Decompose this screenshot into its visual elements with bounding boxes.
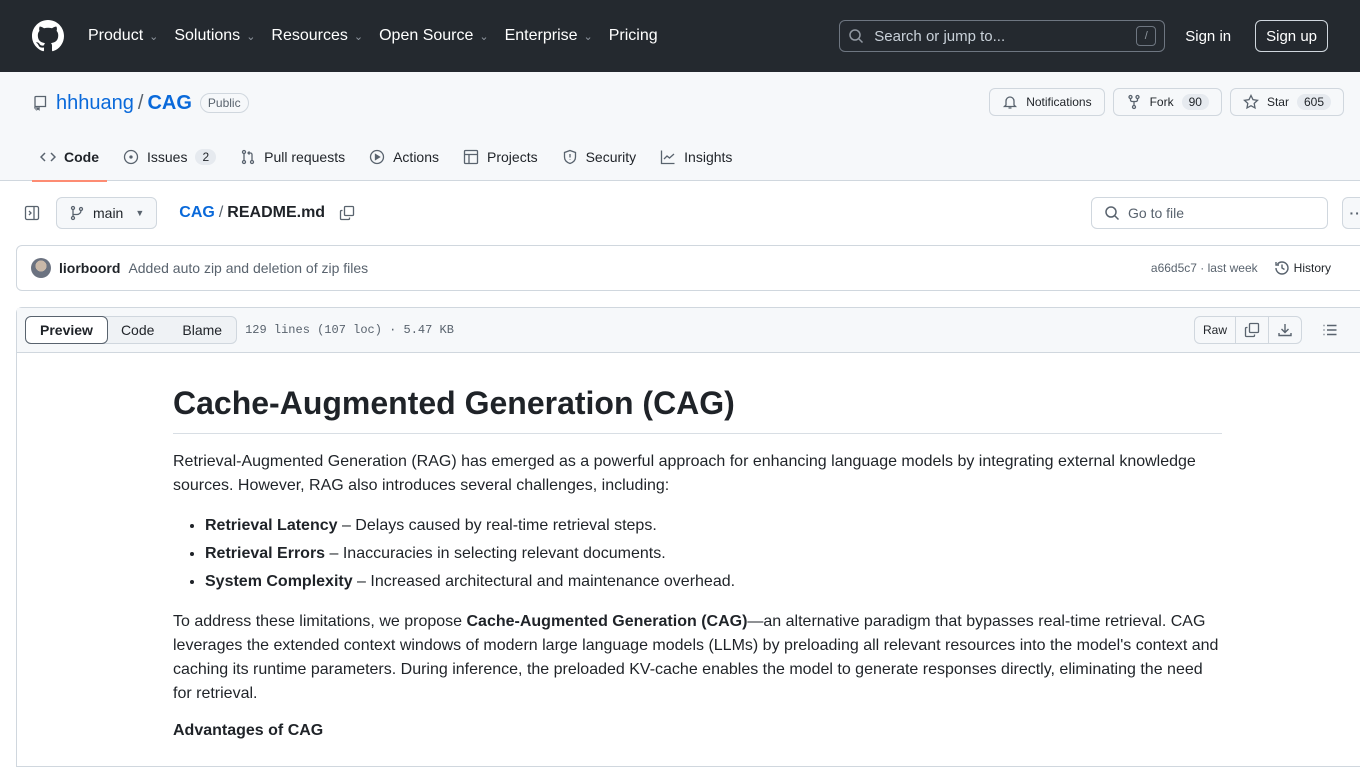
- search-icon: [1104, 205, 1120, 221]
- preview-tab[interactable]: Preview: [25, 316, 108, 344]
- view-mode-switch: Preview Code Blame: [25, 316, 237, 344]
- code-view-tab[interactable]: Code: [107, 317, 168, 343]
- tab-issues[interactable]: Issues 2: [115, 133, 224, 181]
- more-options-button[interactable]: ···: [1342, 197, 1360, 229]
- sidebar-toggle-icon[interactable]: [24, 205, 40, 221]
- list-item: Retrieval Errors – Inaccuracies in selec…: [205, 542, 1222, 566]
- history-icon: [1274, 260, 1290, 276]
- fork-icon: [1126, 94, 1142, 110]
- tab-insights[interactable]: Insights: [652, 133, 740, 181]
- tab-pull-requests[interactable]: Pull requests: [232, 133, 353, 181]
- chevron-down-icon: ⌄: [149, 30, 158, 43]
- chevron-down-icon: ⌄: [246, 30, 255, 43]
- challenges-list: Retrieval Latency – Delays caused by rea…: [205, 514, 1222, 594]
- outline-button[interactable]: [1322, 322, 1338, 338]
- notifications-button[interactable]: Notifications: [989, 88, 1104, 116]
- breadcrumb: CAG / README.md: [179, 204, 355, 222]
- readme-intro: Retrieval-Augmented Generation (RAG) has…: [173, 450, 1222, 498]
- readme-proposal: To address these limitations, we propose…: [173, 610, 1222, 706]
- fork-count: 90: [1182, 94, 1209, 110]
- file-info: 129 lines (107 loc) · 5.47 KB: [245, 323, 454, 337]
- pull-request-icon: [240, 149, 256, 165]
- star-button[interactable]: Star 605: [1230, 88, 1344, 116]
- sign-up-button[interactable]: Sign up: [1255, 20, 1328, 52]
- nav-pricing[interactable]: Pricing: [609, 27, 658, 45]
- copy-raw-button[interactable]: [1235, 317, 1268, 343]
- breadcrumb-repo-link[interactable]: CAG: [179, 204, 215, 222]
- play-icon: [369, 149, 385, 165]
- go-to-file-input[interactable]: Go to file: [1091, 197, 1328, 229]
- nav-resources[interactable]: Resources⌄: [271, 27, 363, 45]
- latest-commit-bar: liorboord Added auto zip and deletion of…: [16, 245, 1360, 291]
- list-icon: [1322, 322, 1338, 338]
- chevron-down-icon: ⌄: [584, 30, 593, 43]
- repo-header: hhhuang / CAG Public Notifications Fork …: [0, 72, 1360, 181]
- nav-product[interactable]: Product⌄: [88, 27, 158, 45]
- sign-in-link[interactable]: Sign in: [1185, 28, 1231, 45]
- download-icon: [1277, 322, 1293, 338]
- star-icon: [1243, 94, 1259, 110]
- branch-icon: [69, 205, 85, 221]
- nav-open-source[interactable]: Open Source⌄: [379, 27, 489, 45]
- star-count: 605: [1297, 94, 1331, 110]
- github-logo-icon[interactable]: [32, 19, 66, 53]
- advantages-heading: Advantages of CAG: [173, 722, 1222, 740]
- global-header: Product⌄ Solutions⌄ Resources⌄ Open Sour…: [0, 0, 1360, 72]
- shortcut-key: /: [1136, 26, 1156, 46]
- chevron-down-icon: ⌄: [354, 30, 363, 43]
- file-toolbar: main ▼ CAG / README.md Go to file ···: [0, 181, 1360, 245]
- copy-icon: [1244, 322, 1260, 338]
- list-item: Retrieval Latency – Delays caused by rea…: [205, 514, 1222, 538]
- breadcrumb-file: README.md: [227, 204, 325, 222]
- repo-name-link[interactable]: CAG: [147, 92, 191, 115]
- repo-tabs: Code Issues 2 Pull requests Actions Proj…: [32, 132, 1328, 181]
- nav-solutions[interactable]: Solutions⌄: [174, 27, 255, 45]
- branch-selector[interactable]: main ▼: [56, 197, 157, 229]
- search-input[interactable]: Search or jump to... /: [839, 20, 1165, 52]
- search-icon: [848, 28, 864, 44]
- commit-author[interactable]: liorboord: [59, 260, 120, 276]
- nav-enterprise[interactable]: Enterprise⌄: [505, 27, 593, 45]
- raw-button[interactable]: Raw: [1195, 317, 1235, 343]
- issue-icon: [123, 149, 139, 165]
- readme-title: Cache-Augmented Generation (CAG): [173, 383, 1222, 434]
- tab-security[interactable]: Security: [554, 133, 645, 181]
- commit-time: last week: [1208, 261, 1258, 275]
- tab-code[interactable]: Code: [32, 133, 107, 181]
- graph-icon: [660, 149, 676, 165]
- blame-tab[interactable]: Blame: [168, 317, 236, 343]
- commit-message[interactable]: Added auto zip and deletion of zip files: [128, 260, 368, 276]
- repo-icon: [32, 95, 48, 111]
- tab-actions[interactable]: Actions: [361, 133, 447, 181]
- chevron-down-icon: ⌄: [479, 30, 488, 43]
- readme-content: Cache-Augmented Generation (CAG) Retriev…: [17, 353, 1222, 740]
- table-icon: [463, 149, 479, 165]
- shield-icon: [562, 149, 578, 165]
- main-nav: Product⌄ Solutions⌄ Resources⌄ Open Sour…: [88, 27, 674, 45]
- file-viewer: Preview Code Blame 129 lines (107 loc) ·…: [16, 307, 1360, 767]
- commit-hash[interactable]: a66d5c7: [1151, 261, 1197, 275]
- tab-projects[interactable]: Projects: [455, 133, 546, 181]
- code-icon: [40, 149, 56, 165]
- caret-down-icon: ▼: [135, 208, 144, 218]
- fork-button[interactable]: Fork 90: [1113, 88, 1222, 116]
- copy-path-icon[interactable]: [339, 205, 355, 221]
- issues-count: 2: [195, 149, 216, 165]
- bell-icon: [1002, 94, 1018, 110]
- commit-meta: a66d5c7 · last week: [1151, 261, 1258, 275]
- avatar[interactable]: [31, 258, 51, 278]
- kebab-horizontal-icon: ···: [1350, 205, 1360, 221]
- history-button[interactable]: History: [1274, 260, 1331, 276]
- download-button[interactable]: [1268, 317, 1301, 343]
- list-item: System Complexity – Increased architectu…: [205, 570, 1222, 594]
- visibility-badge: Public: [200, 93, 249, 113]
- repo-owner-link[interactable]: hhhuang: [56, 92, 134, 115]
